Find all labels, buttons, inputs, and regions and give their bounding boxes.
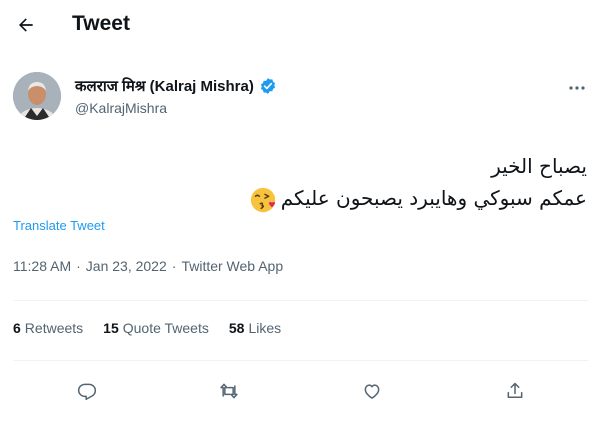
author-handle[interactable]: @KalrajMishra: [75, 100, 167, 116]
quote-tweets-stat[interactable]: 15 Quote Tweets: [103, 320, 209, 336]
reply-icon: [77, 383, 97, 400]
meta-separator: ·: [171, 258, 177, 274]
back-button[interactable]: [11, 10, 41, 40]
tweet-source[interactable]: Twitter Web App: [181, 258, 283, 274]
tweet-author: कलराज मिश्र (Kalraj Mishra) @KalrajMishr…: [0, 64, 601, 136]
share-button[interactable]: [498, 374, 532, 408]
quote-tweets-count: 15: [103, 320, 119, 336]
retweets-stat[interactable]: 6 Retweets: [13, 320, 83, 336]
tweet-line-2: عمكم سبوكي وهايبرد يصبحون عليكم: [27, 182, 587, 215]
retweets-count: 6: [13, 320, 21, 336]
more-options-button[interactable]: [565, 76, 589, 100]
more-horizontal-icon: [569, 86, 585, 90]
reply-button[interactable]: [70, 374, 104, 408]
share-icon: [507, 382, 523, 398]
avatar[interactable]: [13, 72, 61, 120]
likes-stat[interactable]: 58 Likes: [229, 320, 281, 336]
tweet-time[interactable]: 11:28 AM: [13, 258, 71, 274]
divider: [13, 300, 588, 301]
author-name[interactable]: कलराज मिश्र (Kalraj Mishra): [75, 76, 254, 96]
meta-separator: ·: [76, 258, 81, 274]
tweet-line-2-text: عمكم سبوكي وهايبرد يصبحون عليكم: [280, 186, 587, 210]
likes-label: Likes: [248, 320, 282, 336]
arrow-left-icon: [19, 18, 33, 32]
tweet-meta: 11:28 AM · Jan 23, 2022 · Twitter Web Ap…: [13, 258, 283, 274]
tweet-text: يصباح الخير عمكم سبوكي وهايبرد يصبحون عل…: [27, 150, 587, 215]
translate-tweet-link[interactable]: Translate Tweet: [13, 218, 105, 233]
heart-icon: [364, 384, 380, 399]
tweet-header: Tweet: [0, 0, 601, 50]
face-blowing-kiss-icon: [250, 187, 275, 212]
retweets-label: Retweets: [24, 320, 84, 336]
tweet-date[interactable]: Jan 23, 2022: [86, 258, 167, 274]
tweet-stats: 6 Retweets 15 Quote Tweets 58 Likes: [13, 320, 281, 336]
tweet-line-1: يصباح الخير: [491, 154, 587, 178]
author-name-row: कलराज मिश्र (Kalraj Mishra): [75, 76, 277, 96]
divider: [13, 360, 588, 361]
tweet-actions: [0, 374, 601, 408]
quote-tweets-label: Quote Tweets: [122, 320, 209, 336]
verified-badge-icon: [260, 78, 275, 94]
retweet-button[interactable]: [212, 374, 246, 408]
like-button[interactable]: [355, 374, 389, 408]
page-title: Tweet: [72, 12, 130, 35]
retweet-icon: [220, 383, 238, 399]
likes-count: 58: [228, 320, 245, 336]
